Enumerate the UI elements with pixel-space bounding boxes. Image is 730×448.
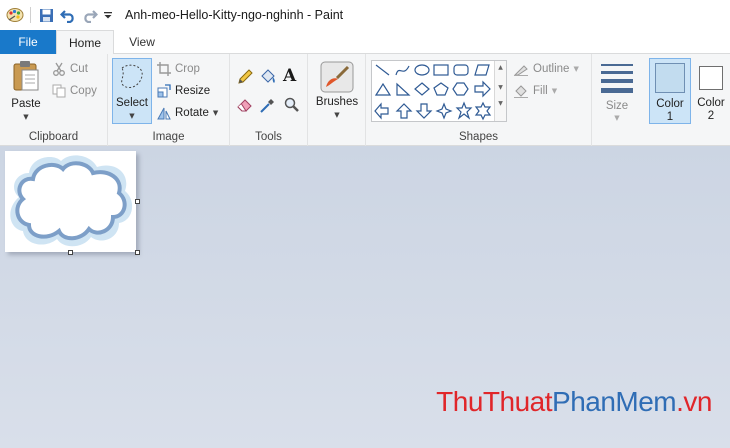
color1-button[interactable]: Color 1 bbox=[649, 58, 691, 124]
color2-button[interactable]: Color 2 bbox=[692, 58, 730, 124]
size-dropdown-icon: ▼ bbox=[614, 114, 620, 122]
resize-label: Resize bbox=[175, 85, 211, 97]
brushes-dropdown-icon: ▼ bbox=[334, 111, 340, 119]
outline-dropdown-icon: ▼ bbox=[573, 65, 579, 73]
resize-icon bbox=[157, 84, 171, 98]
rotate-icon bbox=[157, 107, 171, 120]
rotate-dropdown-icon: ▼ bbox=[212, 109, 219, 117]
scroll-down-icon[interactable]: ▼ bbox=[495, 84, 506, 91]
free-form-select-icon bbox=[116, 62, 148, 95]
resize-handle-corner[interactable] bbox=[135, 250, 140, 255]
customize-quick-access-icon[interactable] bbox=[101, 4, 115, 26]
separator bbox=[30, 7, 31, 23]
copy-label: Copy bbox=[70, 85, 97, 97]
drawing-canvas[interactable] bbox=[5, 151, 140, 255]
image-group-label: Image bbox=[152, 131, 185, 143]
color2-label: Color bbox=[697, 97, 725, 109]
shapes-group: ▲ ▼ ▼ Outline ▼ Fill ▼ Shapes bbox=[366, 54, 592, 146]
fill-button[interactable]: Fill ▼ bbox=[513, 81, 557, 101]
color2-swatch bbox=[699, 66, 723, 90]
copy-icon bbox=[52, 84, 66, 98]
scroll-up-icon[interactable]: ▲ bbox=[495, 64, 506, 71]
clipboard-group-label: Clipboard bbox=[28, 131, 79, 143]
crop-button[interactable]: Crop bbox=[157, 59, 200, 79]
text-icon[interactable]: A bbox=[283, 66, 296, 86]
gallery-expand-icon[interactable]: ▼ bbox=[495, 100, 506, 107]
paste-dropdown-icon: ▼ bbox=[23, 113, 29, 121]
watermark-part1: ThuThuat bbox=[436, 386, 553, 417]
paint-app-icon[interactable] bbox=[4, 4, 26, 26]
color2-number: 2 bbox=[707, 110, 715, 122]
copy-button[interactable]: Copy bbox=[52, 81, 97, 101]
watermark-part3: .vn bbox=[676, 386, 712, 417]
outline-button[interactable]: Outline ▼ bbox=[513, 59, 579, 79]
tab-file[interactable]: File bbox=[0, 30, 56, 54]
magnifier-icon[interactable] bbox=[283, 96, 301, 117]
fill-dropdown-icon: ▼ bbox=[551, 87, 558, 95]
select-button[interactable]: Select ▼ bbox=[112, 58, 152, 124]
clipboard-group: Paste ▼ Cut Copy Clipboard bbox=[0, 54, 108, 146]
rotate-label: Rotate bbox=[175, 107, 209, 119]
undo-icon[interactable] bbox=[57, 4, 79, 26]
shapes-scrollbar[interactable]: ▲ ▼ ▼ bbox=[494, 61, 506, 121]
color1-swatch bbox=[655, 63, 685, 93]
line-width-icon bbox=[601, 64, 633, 93]
watermark-part2: PhanMem bbox=[552, 386, 677, 417]
title-bar: Anh-meo-Hello-Kitty-ngo-nghinh - Paint bbox=[0, 0, 730, 30]
outline-label: Outline bbox=[533, 63, 570, 75]
fill-bucket-icon[interactable] bbox=[259, 68, 277, 89]
tools-group-label: Tools bbox=[255, 131, 282, 143]
color1-number: 1 bbox=[666, 111, 674, 123]
resize-handle-right[interactable] bbox=[135, 199, 140, 204]
paste-button[interactable]: Paste ▼ bbox=[6, 58, 46, 124]
crop-icon bbox=[157, 62, 171, 76]
window-title: Anh-meo-Hello-Kitty-ngo-nghinh - Paint bbox=[125, 8, 344, 22]
cloud-drawing bbox=[10, 155, 133, 247]
ribbon: Paste ▼ Cut Copy Clipboard Select ▼ Crop… bbox=[0, 54, 730, 146]
size-label: Size bbox=[605, 100, 629, 112]
cut-button[interactable]: Cut bbox=[52, 59, 88, 79]
shapes-group-label: Shapes bbox=[458, 131, 498, 143]
tab-view[interactable]: View bbox=[114, 30, 170, 54]
brush-icon bbox=[320, 61, 354, 96]
pencil-icon[interactable] bbox=[236, 68, 254, 89]
paste-icon bbox=[12, 60, 40, 95]
select-label: Select bbox=[116, 97, 148, 109]
color-picker-icon[interactable] bbox=[259, 96, 277, 117]
tab-home[interactable]: Home bbox=[56, 30, 114, 55]
image-group: Select ▼ Crop Resize Rotate ▼ Image bbox=[108, 54, 230, 146]
scissors-icon bbox=[53, 62, 65, 76]
rotate-button[interactable]: Rotate ▼ bbox=[157, 103, 218, 123]
brushes-button[interactable]: Brushes ▼ bbox=[312, 58, 362, 124]
outline-icon bbox=[513, 65, 528, 76]
ribbon-tabs: File Home View bbox=[0, 30, 730, 55]
watermark: ThuThuatPhanMem.vn bbox=[436, 386, 712, 418]
workspace[interactable]: ThuThuatPhanMem.vn bbox=[0, 146, 730, 448]
redo-icon[interactable] bbox=[79, 4, 101, 26]
save-icon[interactable] bbox=[35, 4, 57, 26]
size-button[interactable]: Size ▼ bbox=[594, 58, 640, 124]
fill-icon bbox=[514, 85, 528, 98]
crop-label: Crop bbox=[175, 63, 200, 75]
resize-handle-bottom[interactable] bbox=[68, 250, 73, 255]
paste-label: Paste bbox=[11, 98, 41, 110]
size-group: Size ▼ bbox=[592, 54, 642, 146]
tools-group: A Tools bbox=[230, 54, 308, 146]
cut-label: Cut bbox=[70, 63, 88, 75]
select-dropdown-icon: ▼ bbox=[129, 112, 135, 120]
color1-label: Color bbox=[656, 98, 684, 110]
brushes-group: Brushes ▼ bbox=[308, 54, 366, 146]
eraser-icon[interactable] bbox=[236, 96, 254, 117]
resize-button[interactable]: Resize bbox=[157, 81, 210, 101]
shapes-gallery[interactable]: ▲ ▼ ▼ bbox=[371, 60, 507, 122]
fill-label: Fill bbox=[533, 85, 548, 97]
brushes-label: Brushes bbox=[315, 96, 359, 108]
